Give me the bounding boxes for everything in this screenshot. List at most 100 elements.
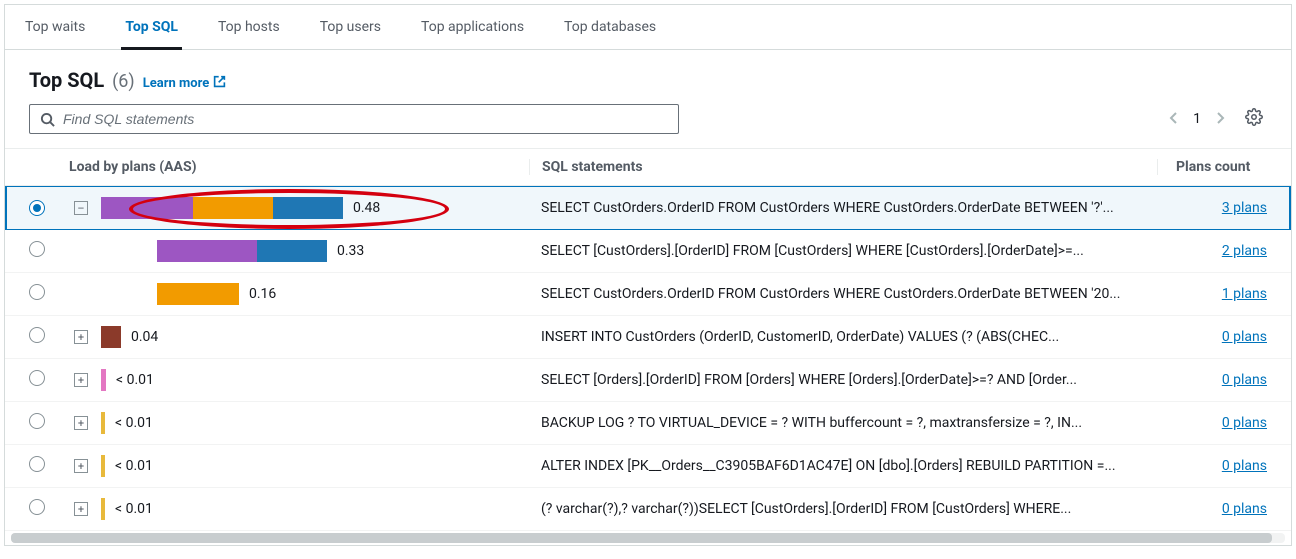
sql-statement-link[interactable]: SELECT [Orders].[OrderID] FROM [Orders] …	[541, 372, 1077, 388]
plans-count-link[interactable]: 0 plans	[1222, 415, 1267, 431]
load-value: < 0.01	[115, 501, 153, 517]
bar-segment	[101, 369, 106, 391]
table-row[interactable]: 0.16 SELECT CustOrders.OrderID FROM CustO…	[5, 273, 1291, 316]
search-box[interactable]	[29, 104, 679, 134]
bar-segment	[193, 197, 273, 219]
tab-top-users[interactable]: Top users	[316, 5, 385, 49]
table-header: Load by plans (AAS) SQL statements Plans…	[5, 148, 1291, 186]
plans-count-link[interactable]: 0 plans	[1222, 501, 1267, 517]
table-row[interactable]: +0.04 INSERT INTO CustOrders (OrderID, Cu…	[5, 316, 1291, 359]
table-row[interactable]: + < 0.01 (? varchar(?),? varchar(?))SELECT…	[5, 488, 1291, 531]
section-header: Top SQL (6) Learn more	[5, 50, 1291, 104]
settings-button[interactable]	[1241, 104, 1267, 134]
load-cell: + < 0.01	[69, 455, 529, 477]
table-row[interactable]: 0.33 SELECT [CustOrders].[OrderID] FROM […	[5, 230, 1291, 273]
plans-count-link[interactable]: 3 plans	[1222, 200, 1267, 216]
bar-segment	[101, 412, 105, 434]
row-radio[interactable]	[29, 370, 45, 386]
load-value: < 0.01	[115, 458, 153, 474]
bar-segment	[101, 197, 193, 219]
sql-statement-link[interactable]: (? varchar(?),? varchar(?))SELECT [CustO…	[541, 501, 1071, 517]
table-row[interactable]: – 0.48 SELECT CustOrders.OrderID FROM Cust…	[5, 186, 1291, 230]
expand-icon[interactable]: +	[74, 502, 88, 516]
load-bar	[101, 197, 343, 219]
expand-icon[interactable]: +	[74, 373, 88, 387]
plans-count-link[interactable]: 0 plans	[1222, 372, 1267, 388]
table-row[interactable]: + < 0.01 SELECT [Orders].[OrderID] FROM [O…	[5, 359, 1291, 402]
load-cell: 0.16	[69, 283, 529, 305]
page-number: 1	[1193, 111, 1201, 127]
row-radio[interactable]	[29, 284, 45, 300]
load-bar	[101, 326, 121, 348]
section-title: Top SQL	[29, 68, 104, 92]
bar-segment	[157, 240, 257, 262]
bar-segment	[101, 455, 105, 477]
bar-segment	[257, 240, 327, 262]
plans-count-link[interactable]: 0 plans	[1222, 458, 1267, 474]
search-icon	[40, 112, 55, 127]
load-cell: + < 0.01	[69, 412, 529, 434]
expand-icon[interactable]: +	[74, 416, 88, 430]
load-value: 0.16	[249, 286, 276, 302]
load-bar	[101, 369, 106, 391]
row-radio[interactable]	[29, 200, 45, 216]
row-radio[interactable]	[29, 413, 45, 429]
bar-segment	[157, 283, 239, 305]
tab-bar: Top waits Top SQL Top hosts Top users Top ap…	[5, 5, 1291, 50]
row-radio[interactable]	[29, 499, 45, 515]
load-bar	[157, 283, 239, 305]
col-header-load[interactable]: Load by plans (AAS)	[69, 159, 529, 175]
bar-segment	[101, 326, 121, 348]
load-cell: – 0.48	[69, 197, 529, 219]
bar-segment	[101, 498, 105, 520]
next-page-button[interactable]	[1211, 106, 1229, 133]
load-bar	[101, 455, 105, 477]
sql-statement-link[interactable]: SELECT [CustOrders].[OrderID] FROM [Cust…	[541, 243, 1084, 259]
tab-top-hosts[interactable]: Top hosts	[214, 5, 284, 49]
table-row[interactable]: + < 0.01 ALTER INDEX [PK__Orders__C3905BAF…	[5, 445, 1291, 488]
sql-statement-link[interactable]: ALTER INDEX [PK__Orders__C3905BAF6D1AC47…	[541, 458, 1116, 474]
learn-more-label: Learn more	[143, 76, 210, 91]
sql-statement-link[interactable]: SELECT CustOrders.OrderID FROM CustOrder…	[541, 200, 1114, 216]
load-bar	[157, 240, 327, 262]
sql-statement-link[interactable]: SELECT CustOrders.OrderID FROM CustOrder…	[541, 286, 1120, 302]
expand-icon[interactable]: +	[74, 330, 88, 344]
tab-top-applications[interactable]: Top applications	[417, 5, 528, 49]
load-bar	[101, 498, 105, 520]
pager: 1	[1165, 106, 1229, 133]
table-row[interactable]: + < 0.01 BACKUP LOG ? TO VIRTUAL_DEVICE = …	[5, 402, 1291, 445]
collapse-icon[interactable]: –	[74, 201, 88, 215]
controls-row: 1	[5, 104, 1291, 148]
bar-segment	[273, 197, 343, 219]
load-value: < 0.01	[116, 372, 154, 388]
plans-count-link[interactable]: 1 plans	[1222, 286, 1267, 302]
section-count: (6)	[112, 71, 135, 92]
plans-count-link[interactable]: 2 plans	[1222, 243, 1267, 259]
load-value: 0.48	[353, 200, 380, 216]
load-value: 0.33	[337, 243, 364, 259]
row-radio[interactable]	[29, 456, 45, 472]
expand-icon[interactable]: +	[74, 459, 88, 473]
horizontal-scrollbar[interactable]	[11, 533, 1285, 543]
col-header-plans[interactable]: Plans count	[1157, 159, 1267, 175]
learn-more-link[interactable]: Learn more	[143, 75, 227, 92]
row-radio[interactable]	[29, 327, 45, 343]
prev-page-button[interactable]	[1165, 106, 1183, 133]
search-input[interactable]	[63, 111, 668, 127]
tab-top-sql[interactable]: Top SQL	[121, 5, 182, 49]
col-header-sql[interactable]: SQL statements	[529, 159, 1157, 175]
load-value: 0.04	[131, 329, 158, 345]
external-link-icon	[213, 75, 226, 92]
tab-top-databases[interactable]: Top databases	[560, 5, 660, 49]
load-bar	[101, 412, 105, 434]
tab-top-waits[interactable]: Top waits	[21, 5, 89, 49]
sql-statement-link[interactable]: INSERT INTO CustOrders (OrderID, Custome…	[541, 329, 1059, 345]
panel: Top waits Top SQL Top hosts Top users Top ap…	[4, 4, 1292, 546]
load-value: < 0.01	[115, 415, 153, 431]
sql-statement-link[interactable]: BACKUP LOG ? TO VIRTUAL_DEVICE = ? WITH …	[541, 415, 1082, 431]
load-cell: + < 0.01	[69, 369, 529, 391]
load-cell: 0.33	[69, 240, 529, 262]
row-radio[interactable]	[29, 241, 45, 257]
load-cell: + < 0.01	[69, 498, 529, 520]
plans-count-link[interactable]: 0 plans	[1222, 329, 1267, 345]
